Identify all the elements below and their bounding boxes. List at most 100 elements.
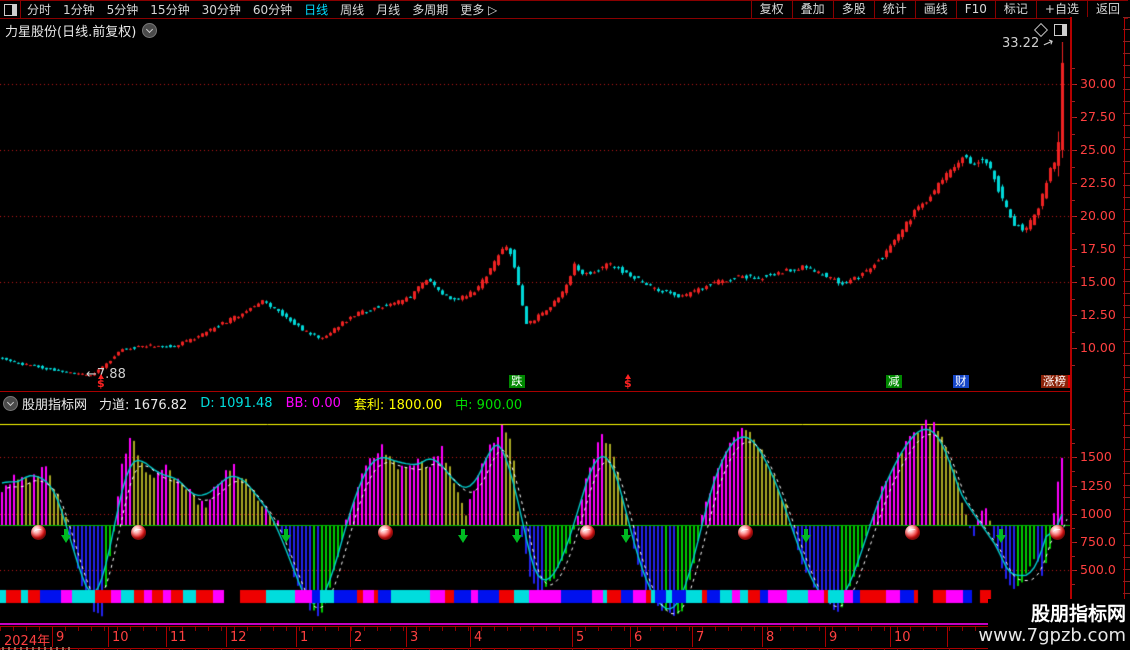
toolbar-item-多股[interactable]: 多股 xyxy=(833,1,874,18)
legend-item-D: D: 1091.48 xyxy=(200,396,272,411)
toolbar-item-分时[interactable]: 分时 xyxy=(21,1,57,18)
toolbar-item-1分钟[interactable]: 1分钟 xyxy=(57,1,101,18)
chart-titlebar: 力星股份(日线.前复权) xyxy=(0,18,1075,42)
title-dropdown-icon[interactable] xyxy=(142,23,157,38)
toolbar-item-+自选[interactable]: +自选 xyxy=(1036,1,1087,18)
month-divider xyxy=(947,627,948,647)
toolbar-item-60分钟[interactable]: 60分钟 xyxy=(247,1,298,18)
month-label-7: 7 xyxy=(696,630,704,645)
indicator-minortick xyxy=(1072,528,1075,529)
month-label-8: 8 xyxy=(766,630,774,645)
month-divider xyxy=(166,627,167,647)
price-minortick xyxy=(1072,134,1075,135)
month-label-10: 10 xyxy=(112,630,129,645)
toolbar-item-统计[interactable]: 统计 xyxy=(874,1,915,18)
price-minortick xyxy=(1072,117,1075,118)
indicator-area xyxy=(0,415,1070,623)
month-label-10: 10 xyxy=(894,630,911,645)
sell-arrow-icon xyxy=(458,529,468,544)
chart-title[interactable]: 力星股份(日线.前复权) xyxy=(5,21,136,40)
price-minortick xyxy=(1072,167,1075,168)
period-menu: 分时1分钟5分钟15分钟30分钟60分钟日线周线月线多周期更多 ▷ xyxy=(21,1,503,18)
legend-item-套利: 套利: 1800.00 xyxy=(354,394,442,413)
high-annotation: 33.22 → xyxy=(1002,36,1054,51)
toolbar-item-日线[interactable]: 日线 xyxy=(298,1,334,18)
legend-item-力道: 力道: 1676.82 xyxy=(99,394,187,413)
toolbar-item-返回[interactable]: 返回 xyxy=(1087,1,1128,18)
price-minortick xyxy=(1072,266,1075,267)
toolbar-item-多周期[interactable]: 多周期 xyxy=(406,1,454,18)
toolbar-item-5分钟[interactable]: 5分钟 xyxy=(101,1,145,18)
watermark: 股朋指标网 www.7gpzb.com xyxy=(988,599,1130,650)
diamond-icon[interactable] xyxy=(1034,23,1048,37)
signal-ball-icon xyxy=(1050,525,1065,540)
toolbar-item-标记[interactable]: 标记 xyxy=(995,1,1036,18)
toolbar-item-画线[interactable]: 画线 xyxy=(915,1,956,18)
signal-ball-icon xyxy=(131,525,146,540)
indicator-minortick xyxy=(1072,584,1075,585)
side-ruler[interactable] xyxy=(1123,17,1130,650)
panel-separator xyxy=(0,391,1130,392)
price-minortick xyxy=(1072,200,1075,201)
month-label-9: 9 xyxy=(829,630,837,645)
price-minortick xyxy=(1072,150,1075,151)
signal-ball-icon xyxy=(31,525,46,540)
sell-arrow-icon xyxy=(61,529,71,544)
indicator-legend: 股朋指标网 力道: 1676.82D: 1091.48BB: 0.00套利: 1… xyxy=(0,393,1073,414)
price-label: 10.00 xyxy=(1080,340,1116,355)
month-divider xyxy=(52,627,53,647)
watermark-name: 股朋指标网 xyxy=(1031,603,1126,625)
toolbar-item-30分钟[interactable]: 30分钟 xyxy=(196,1,247,18)
top-toolbar: 分时1分钟5分钟15分钟30分钟60分钟日线周线月线多周期更多 ▷ 复权叠加多股… xyxy=(0,0,1128,19)
indicator-canvas xyxy=(0,415,1070,623)
legend-dropdown-icon[interactable] xyxy=(3,396,18,411)
price-minortick xyxy=(1072,216,1075,217)
low-annotation: ←7.88 xyxy=(86,367,126,382)
price-label: 27.50 xyxy=(1080,109,1116,124)
legend-item-中: 中: 900.00 xyxy=(455,394,522,413)
month-label-1: 1 xyxy=(300,630,308,645)
month-divider xyxy=(108,627,109,647)
price-minortick xyxy=(1072,365,1075,366)
tools-menu: 复权叠加多股统计画线F10标记+自选返回 xyxy=(751,1,1128,18)
month-divider xyxy=(630,627,631,647)
price-label: 17.50 xyxy=(1080,241,1116,256)
watermark-url: www.7gpzb.com xyxy=(978,625,1126,647)
indicator-minortick xyxy=(1072,486,1075,487)
toolbar-item-复权[interactable]: 复权 xyxy=(751,1,792,18)
toolbar-item-更多 ▷[interactable]: 更多 ▷ xyxy=(454,1,503,18)
price-minortick xyxy=(1072,332,1075,333)
toolbar-item-F10[interactable]: F10 xyxy=(956,1,995,18)
month-label-11: 11 xyxy=(170,630,187,645)
window-layout-button[interactable] xyxy=(0,1,21,18)
layout-icon xyxy=(4,4,17,16)
toolbar-item-月线[interactable]: 月线 xyxy=(370,1,406,18)
indicator-label: 1250 xyxy=(1080,478,1112,493)
month-divider xyxy=(825,627,826,647)
signal-ball-icon xyxy=(378,525,393,540)
indicator-minortick xyxy=(1072,542,1075,543)
dollar-sign: $ xyxy=(97,377,105,390)
sell-arrow-icon xyxy=(512,529,522,544)
pane-icon[interactable] xyxy=(1054,24,1067,36)
price-label: 25.00 xyxy=(1080,142,1116,157)
month-label-4: 4 xyxy=(474,630,482,645)
month-label-5: 5 xyxy=(576,630,584,645)
magenta-separator xyxy=(0,623,1070,625)
price-minortick xyxy=(1072,233,1075,234)
toolbar-item-叠加[interactable]: 叠加 xyxy=(792,1,833,18)
legend-item-BB: BB: 0.00 xyxy=(286,396,341,411)
month-divider xyxy=(890,627,891,647)
month-divider xyxy=(350,627,351,647)
event-marker-$: $ xyxy=(97,374,105,387)
month-divider xyxy=(226,627,227,647)
price-label: 12.50 xyxy=(1080,307,1116,322)
main-chart-area xyxy=(0,42,1070,391)
toolbar-item-周线[interactable]: 周线 xyxy=(334,1,370,18)
toolbar-item-15分钟[interactable]: 15分钟 xyxy=(144,1,195,18)
indicator-minortick xyxy=(1072,429,1075,430)
month-divider xyxy=(692,627,693,647)
month-divider xyxy=(762,627,763,647)
month-label-2: 2 xyxy=(354,630,362,645)
event-marker-涨榜: 涨榜 xyxy=(1041,375,1070,388)
